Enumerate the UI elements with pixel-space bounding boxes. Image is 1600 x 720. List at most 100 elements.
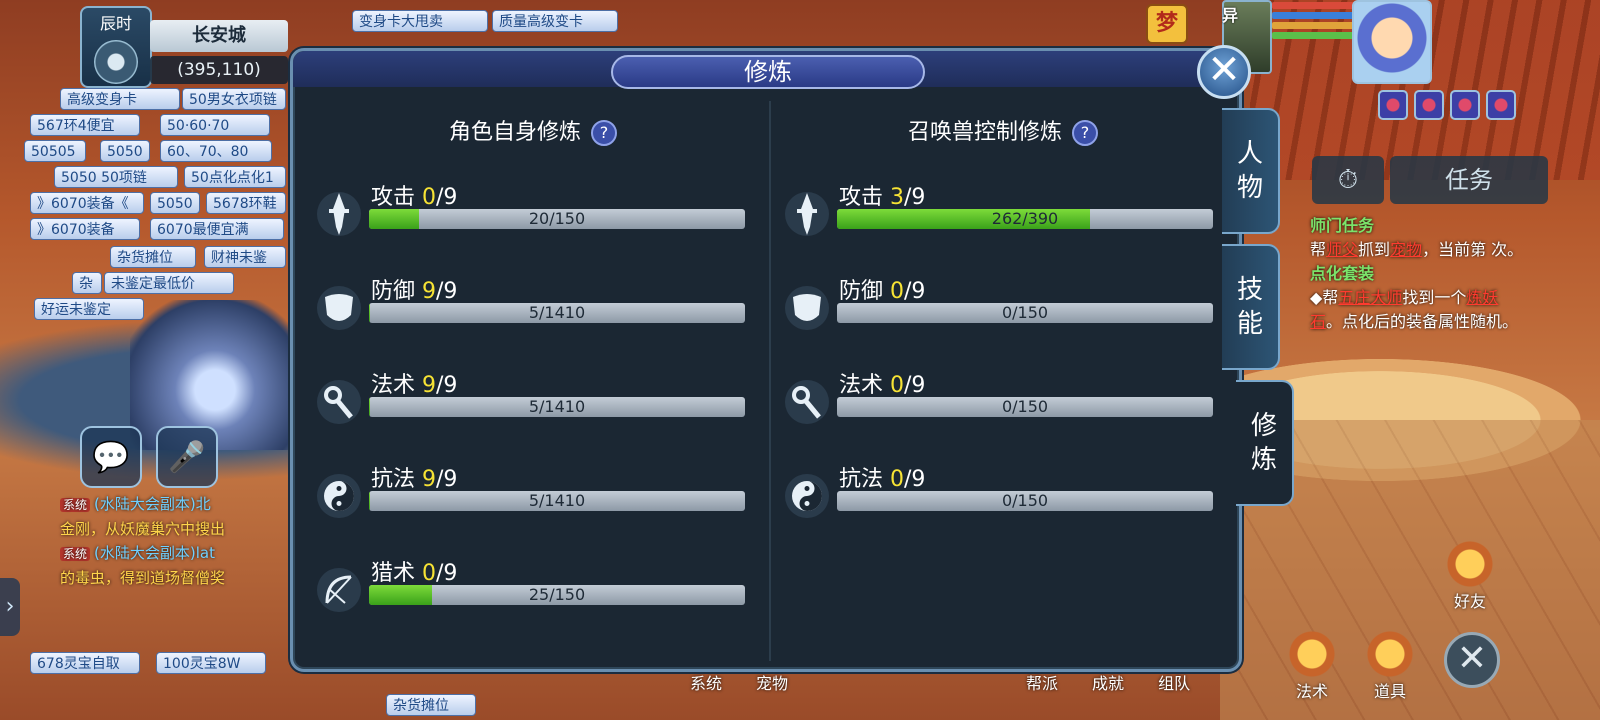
- skill-name: 猎术: [371, 561, 416, 586]
- chat-bubble-icon[interactable]: 💬: [80, 426, 142, 488]
- skill-max: /9: [436, 279, 458, 304]
- menu-achievements[interactable]: 成就: [1092, 670, 1124, 694]
- tab-skills[interactable]: 技能: [1222, 244, 1280, 370]
- dream-badge[interactable]: 梦: [1146, 4, 1188, 44]
- progress-bar: 262/390: [837, 209, 1213, 229]
- stall-sign[interactable]: 变身卡大甩卖: [352, 10, 488, 32]
- stall-sign[interactable]: 5050 50项链: [54, 166, 178, 188]
- help-icon[interactable]: ?: [591, 120, 617, 146]
- items-button[interactable]: 道具: [1360, 630, 1420, 702]
- buff-icon[interactable]: [1450, 90, 1480, 120]
- stall-sign[interactable]: 高级变身卡: [60, 88, 180, 110]
- tab-cultivation[interactable]: 修炼: [1236, 380, 1294, 506]
- tab-char: 炼: [1250, 445, 1277, 475]
- skill-max: /9: [436, 185, 458, 210]
- pet-defense-row[interactable]: 防御 0/9 0/150: [783, 273, 1213, 343]
- stall-sign[interactable]: 5678环鞋: [206, 192, 286, 214]
- player-avatar[interactable]: [1352, 0, 1432, 84]
- stall-sign[interactable]: 50点化点化1: [184, 166, 286, 188]
- tab-char: 能: [1236, 309, 1263, 339]
- skill-name: 抗法: [371, 467, 416, 492]
- pet-magic-row[interactable]: 法术 0/9 0/150: [783, 367, 1213, 437]
- stall-sign[interactable]: 100灵宝8W: [156, 652, 266, 674]
- quest-link[interactable]: 师父: [1326, 240, 1358, 259]
- skill-name: 法术: [371, 373, 416, 398]
- close-menu-icon[interactable]: ✕: [1444, 632, 1500, 688]
- pet-resist-row[interactable]: 抗法 0/9 0/150: [783, 461, 1213, 531]
- buff-icon[interactable]: [1378, 90, 1408, 120]
- pet-attack-row[interactable]: 攻击 3/9 262/390: [783, 179, 1213, 249]
- stall-sign[interactable]: 50男女衣项链: [182, 88, 286, 110]
- menu-empty[interactable]: [822, 670, 992, 694]
- menu-team[interactable]: 组队: [1158, 670, 1190, 694]
- expand-left-arrow-icon[interactable]: ›: [0, 578, 20, 636]
- self-hunting-row[interactable]: 猎术 0/9 25/150: [315, 555, 745, 625]
- stall-sign[interactable]: 》6070装备《: [30, 192, 144, 214]
- quest-link[interactable]: 五庄大师: [1338, 288, 1402, 307]
- task-tab[interactable]: 任务: [1390, 156, 1548, 204]
- stall-sign[interactable]: 678灵宝自取: [30, 652, 140, 674]
- stall-sign[interactable]: 杂货摊位: [110, 246, 196, 268]
- skill-level: 0: [890, 467, 905, 492]
- menu-system[interactable]: 系统: [690, 670, 722, 694]
- quest-text: 抓到: [1358, 240, 1391, 259]
- tab-character[interactable]: 人物: [1222, 108, 1280, 234]
- progress-bar: 20/150: [369, 209, 745, 229]
- handshake-icon: [1446, 540, 1494, 588]
- chat-text: (水陆大会副本)lat: [94, 544, 215, 562]
- time-clock-widget[interactable]: 辰时: [80, 6, 152, 88]
- city-name[interactable]: 长安城: [150, 20, 288, 52]
- tab-char: 修: [1250, 411, 1277, 441]
- tab-char: 人: [1236, 139, 1263, 169]
- stall-sign[interactable]: 杂: [72, 272, 102, 294]
- stall-sign[interactable]: 50505: [24, 140, 86, 162]
- stall-sign[interactable]: 567环4便宜: [30, 114, 140, 136]
- self-resist-row[interactable]: 抗法 9/9 5/1410: [315, 461, 745, 531]
- skill-max: /9: [436, 467, 458, 492]
- clock-icon: [94, 40, 138, 84]
- stall-sign[interactable]: 未鉴定最低价: [104, 272, 234, 294]
- skill-max: /9: [904, 467, 926, 492]
- sword-icon: [317, 192, 361, 236]
- stopwatch-icon[interactable]: ⏱: [1312, 156, 1384, 204]
- stall-sign[interactable]: 质量高级变卡: [492, 10, 618, 32]
- cultivation-dialog: 修炼 ✕ 角色自身修炼? 攻击 0/9 20/150 防御 9/9 5/1410…: [290, 45, 1251, 672]
- self-attack-row[interactable]: 攻击 0/9 20/150: [315, 179, 745, 249]
- stall-sign[interactable]: 50·60·70: [160, 114, 270, 136]
- dialog-title: 修炼: [611, 55, 925, 89]
- yinyang-icon: [317, 474, 361, 518]
- stall-sign[interactable]: 好运未鉴定: [34, 298, 144, 320]
- stall-sign[interactable]: 5050: [100, 140, 150, 162]
- stall-sign[interactable]: 5050: [150, 192, 200, 214]
- stall-sign[interactable]: 6070最便宜满: [150, 218, 284, 240]
- skill-max: /9: [904, 185, 926, 210]
- spells-button[interactable]: 法术: [1282, 630, 1342, 702]
- buff-icon[interactable]: [1486, 90, 1516, 120]
- yinyang-icon: [785, 474, 829, 518]
- friends-button[interactable]: 好友: [1440, 540, 1500, 612]
- menu-pets[interactable]: 宠物: [756, 670, 788, 694]
- quest-title[interactable]: 师门任务: [1310, 214, 1530, 238]
- self-defense-row[interactable]: 防御 9/9 5/1410: [315, 273, 745, 343]
- quest-link[interactable]: 宠物: [1390, 240, 1422, 259]
- self-magic-row[interactable]: 法术 9/9 5/1410: [315, 367, 745, 437]
- stall-sign[interactable]: 财神未鉴: [204, 246, 286, 268]
- help-icon[interactable]: ?: [1072, 120, 1098, 146]
- skill-level: 0: [890, 373, 905, 398]
- chat-line: 金刚，从妖魔巢穴中搜出: [60, 520, 226, 538]
- quest-title[interactable]: 点化套装: [1310, 262, 1530, 286]
- microphone-icon[interactable]: 🎤: [156, 426, 218, 488]
- buff-icon[interactable]: [1414, 90, 1444, 120]
- shield-icon: [317, 286, 361, 330]
- close-icon[interactable]: ✕: [1197, 45, 1251, 99]
- stall-sign[interactable]: 60、70、80: [160, 140, 272, 162]
- stall-sign[interactable]: 》6070装备: [30, 218, 140, 240]
- quest-text: 帮: [1310, 240, 1327, 259]
- stall-sign[interactable]: 杂货摊位: [386, 694, 476, 716]
- progress-bar: 0/150: [837, 491, 1213, 511]
- tab-char: 技: [1236, 275, 1263, 305]
- bell-icon: [1288, 630, 1336, 678]
- skill-max: /9: [436, 561, 458, 586]
- menu-guild[interactable]: 帮派: [1026, 670, 1058, 694]
- skill-max: /9: [904, 373, 926, 398]
